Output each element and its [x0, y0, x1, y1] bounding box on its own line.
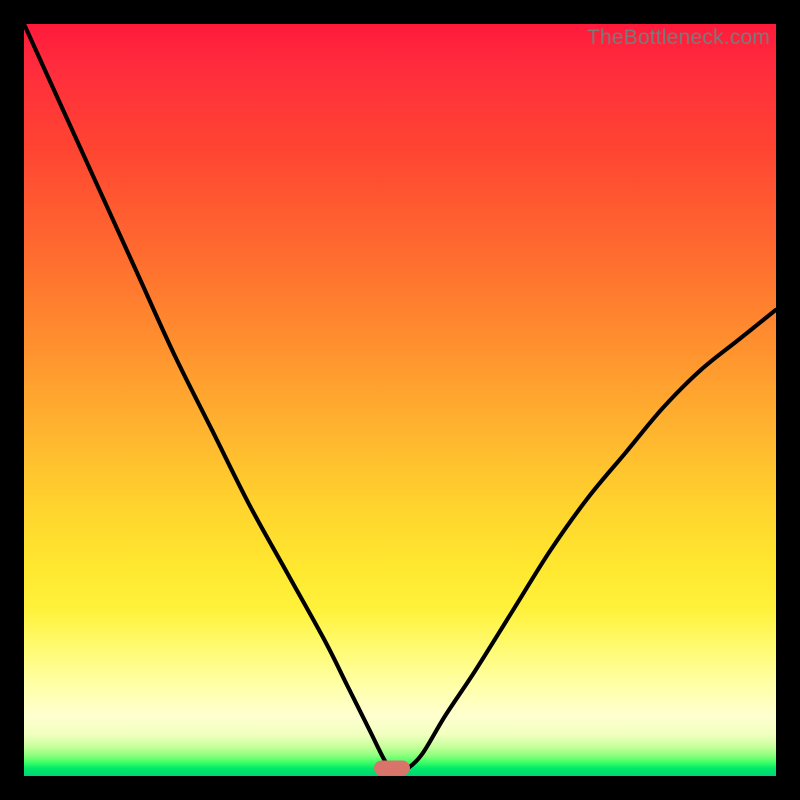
plot-area: TheBottleneck.com — [24, 24, 776, 776]
chart-frame: TheBottleneck.com — [0, 0, 800, 800]
bottleneck-curve — [24, 24, 776, 776]
optimum-marker — [374, 761, 410, 776]
